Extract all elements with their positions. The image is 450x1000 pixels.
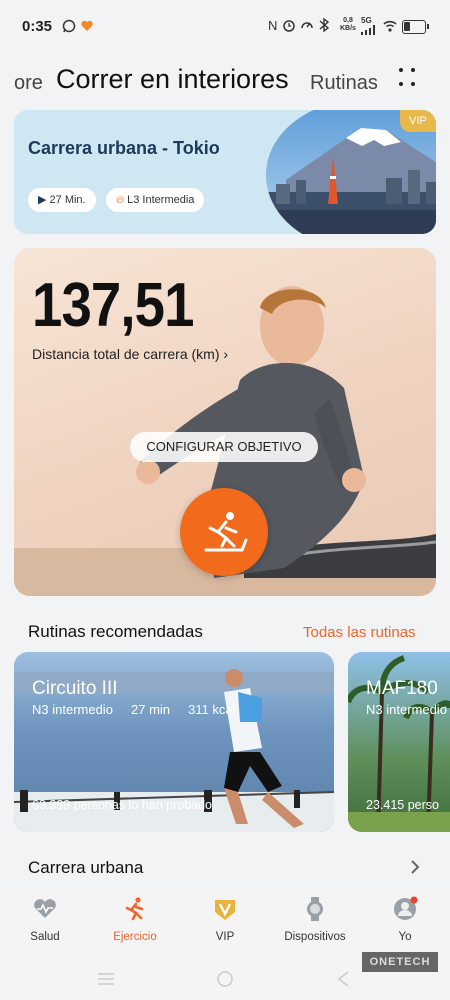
chevron-right-icon[interactable] bbox=[408, 858, 422, 876]
total-distance-value: 137,51 bbox=[32, 271, 194, 340]
routine-tried-count: 63.389 personas lo han probado bbox=[32, 798, 213, 812]
tab-indoor-running[interactable]: Correr en interiores bbox=[56, 64, 289, 95]
network-type: 5G bbox=[361, 16, 372, 25]
chevron-right-icon: › bbox=[223, 346, 229, 362]
start-run-button[interactable] bbox=[180, 488, 268, 576]
duration-pill: ▶ 27 Min. bbox=[28, 188, 96, 212]
duration-text: 27 Min. bbox=[49, 194, 86, 206]
watermark-logo: ONETECH bbox=[362, 952, 438, 972]
play-icon: ▶ bbox=[38, 194, 47, 206]
tab-previous[interactable]: ore bbox=[14, 72, 43, 95]
all-routines-link[interactable]: Todas las rutinas bbox=[303, 624, 416, 641]
whatsapp-icon bbox=[62, 19, 76, 33]
speedometer-icon bbox=[301, 22, 313, 29]
nav-me[interactable]: Yo bbox=[365, 896, 445, 943]
bluetooth-icon bbox=[319, 17, 330, 33]
status-bar: 0:35 N 0,8 KB/s 5G bbox=[0, 0, 450, 52]
tab-routines[interactable]: Rutinas bbox=[310, 72, 378, 95]
routine-tried-count: 23.415 perso bbox=[366, 798, 439, 812]
vip-badge: VIP bbox=[400, 110, 436, 132]
notification-dot bbox=[410, 896, 418, 904]
vip-icon bbox=[215, 900, 235, 920]
more-options-icon[interactable] bbox=[396, 66, 418, 88]
level-pill: 🔥︎ L3 Intermedia bbox=[106, 188, 205, 212]
routine-card[interactable]: Circuito III N3 intermedio 27 min 311 kc… bbox=[14, 652, 334, 832]
total-distance-label[interactable]: Distancia total de carrera (km) › bbox=[32, 346, 228, 362]
menu-icon[interactable] bbox=[96, 972, 116, 986]
tab-bar: ore Correr en interiores Rutinas bbox=[0, 56, 450, 106]
routine-meta: N3 intermedio 27 min 311 kcal bbox=[32, 702, 236, 717]
network-speed: 0,8 KB/s bbox=[340, 17, 356, 32]
routine-name: Circuito III bbox=[32, 678, 118, 699]
signal-icon bbox=[361, 25, 375, 35]
nav-vip[interactable]: VIP bbox=[185, 896, 265, 943]
routine-name: MAF180 bbox=[366, 678, 438, 699]
runner-icon bbox=[125, 897, 144, 921]
watch-icon bbox=[307, 897, 323, 921]
treadmill-icon bbox=[204, 512, 248, 552]
alarm-icon bbox=[283, 20, 295, 32]
routine-level: N3 intermedio bbox=[366, 702, 447, 717]
level-text: L3 Intermedia bbox=[127, 194, 195, 206]
wifi-icon bbox=[383, 20, 397, 32]
recommended-title: Rutinas recomendadas bbox=[28, 622, 203, 641]
health-app-icon bbox=[81, 20, 93, 31]
featured-title: Carrera urbana - Tokio bbox=[28, 138, 220, 158]
flame-icon: 🔥︎ bbox=[116, 194, 125, 206]
distance-hero-card: 137,51 Distancia total de carrera (km) ›… bbox=[14, 248, 436, 596]
bottom-nav: Salud Ejercicio VIP Dispositivos Yo bbox=[0, 888, 450, 950]
system-nav-bar: ONETECH bbox=[0, 950, 450, 1000]
featured-course-card[interactable]: Carrera urbana - Tokio ▶ 27 Min. 🔥︎ L3 I… bbox=[14, 110, 436, 234]
set-goal-button[interactable]: CONFIGURAR OBJETIVO bbox=[130, 432, 318, 462]
status-time: 0:35 bbox=[22, 18, 53, 35]
routine-card[interactable]: MAF180 N3 intermedio 23.415 perso bbox=[348, 652, 450, 832]
heart-pulse-icon bbox=[34, 899, 56, 918]
urban-running-title[interactable]: Carrera urbana bbox=[28, 858, 143, 878]
nav-exercise[interactable]: Ejercicio bbox=[95, 896, 175, 943]
back-icon[interactable] bbox=[336, 970, 350, 988]
battery-icon bbox=[402, 20, 429, 34]
nav-devices[interactable]: Dispositivos bbox=[275, 896, 355, 943]
home-icon[interactable] bbox=[216, 970, 234, 988]
nav-health[interactable]: Salud bbox=[5, 896, 85, 943]
profile-icon bbox=[394, 896, 418, 920]
nfc-icon: N bbox=[268, 18, 278, 33]
